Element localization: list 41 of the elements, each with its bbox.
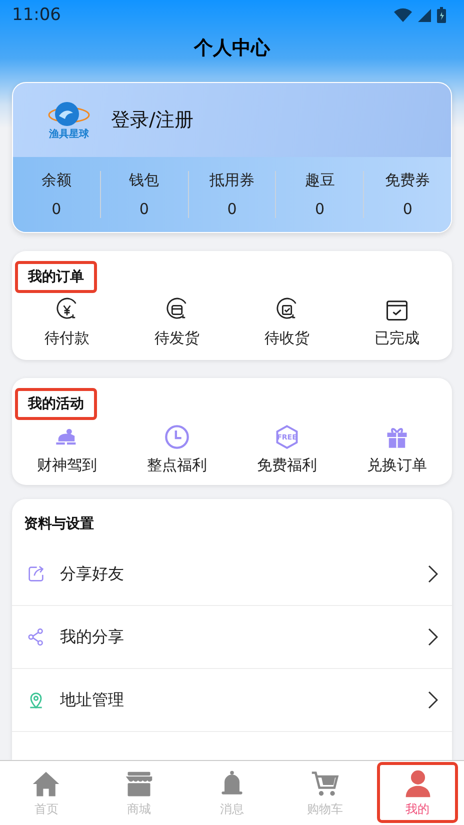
share-icon — [26, 564, 46, 584]
stat-value: 0 — [402, 200, 412, 218]
settings-row[interactable]: 我的分享 — [12, 606, 452, 669]
wifi-icon — [394, 8, 412, 22]
signal-icon — [418, 8, 431, 22]
stat-label: 趣豆 — [304, 171, 335, 190]
settings-label: 分享好友 — [60, 564, 125, 584]
chevron-icon — [428, 565, 438, 583]
settings-label: 地址管理 — [60, 690, 125, 710]
activity-label[interactable]: 财神驾到 — [37, 456, 97, 475]
settings-row[interactable]: 分享好友 — [12, 543, 452, 606]
activity-label[interactable]: 免费福利 — [257, 456, 317, 475]
stat-label: 钱包 — [129, 171, 160, 190]
stat-value: 0 — [139, 200, 149, 218]
cart-icon — [310, 768, 340, 798]
section-title: 我的活动 — [15, 388, 97, 420]
activity-label[interactable]: 整点福利 — [147, 456, 207, 475]
battery-icon — [437, 7, 446, 23]
stat-label: 余额 — [41, 171, 72, 190]
stat-label: 抵用券 — [209, 171, 254, 190]
chevron-icon — [428, 691, 438, 709]
stat-value: 0 — [315, 200, 325, 218]
chevron-icon — [428, 628, 438, 646]
nodes-icon — [26, 627, 46, 647]
tab-item[interactable]: 我的 — [371, 761, 464, 825]
stat-label: 免费券 — [385, 171, 430, 190]
logo-text: 渔具星球 — [49, 130, 89, 140]
page-title: 个人中心 — [192, 36, 272, 61]
stat-value: 0 — [227, 200, 237, 218]
order-status-label[interactable]: 待付款 — [44, 329, 90, 348]
status-time: 11:06 — [12, 5, 61, 25]
settings-row[interactable]: 地址管理 — [12, 669, 452, 732]
order-status-label[interactable]: 待收货 — [264, 329, 310, 348]
section-title: 我的订单 — [15, 261, 97, 293]
stat-value: 0 — [52, 200, 62, 218]
activity-label[interactable]: 兑换订单 — [367, 456, 427, 475]
section-title: 资料与设置 — [23, 515, 95, 534]
settings-label: 我的分享 — [60, 626, 125, 648]
login-link[interactable]: 登录/注册 — [111, 107, 194, 133]
order-status-label[interactable]: 待发货 — [154, 329, 200, 348]
order-status-label[interactable]: 已完成 — [374, 329, 420, 348]
